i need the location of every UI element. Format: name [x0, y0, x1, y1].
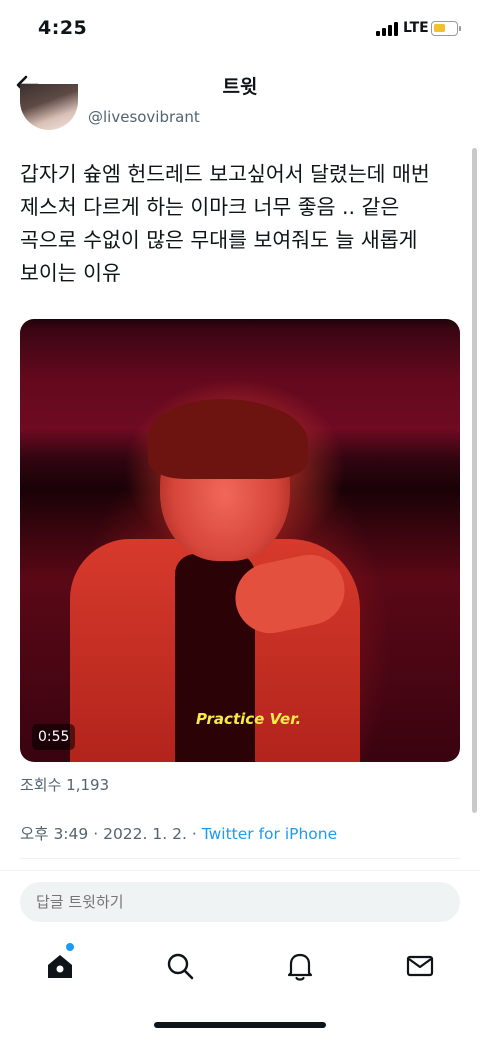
tweet-meta: 오후 3:49 · 2022. 1. 2. · Twitter for iPho…: [20, 822, 337, 844]
scrollbar[interactable]: [472, 148, 477, 813]
tab-search[interactable]: [160, 946, 200, 986]
tweet-text: 갑자기 슢엠 헌드레드 보고싶어서 달렸는데 매번 제스처 다르게 하는 이마크…: [20, 162, 430, 285]
tab-messages[interactable]: [400, 946, 440, 986]
tweet-video[interactable]: Practice Ver. 0:55: [20, 319, 460, 762]
status-time: 4:25: [38, 17, 88, 39]
author-handle[interactable]: @livesovibrant: [88, 108, 200, 126]
meta-separator: ·: [191, 825, 197, 843]
network-label: LTE: [403, 20, 429, 36]
tab-notifications[interactable]: [280, 946, 320, 986]
home-icon: [48, 955, 72, 978]
home-indicator: [154, 1022, 326, 1028]
meta-separator: ·: [93, 825, 99, 843]
tweet-date: 2022. 1. 2.: [103, 825, 187, 843]
status-bar: 4:25 LTE: [0, 0, 480, 60]
author-row: @livesovibrant: [0, 84, 480, 136]
divider: [20, 858, 460, 859]
video-caption: Practice Ver.: [196, 710, 302, 728]
divider: [0, 870, 480, 871]
video-frame-hair: [148, 399, 308, 479]
battery-cap: [459, 26, 461, 31]
tweet-time: 오후 3:49: [20, 825, 89, 843]
tweet-source-link[interactable]: Twitter for iPhone: [202, 825, 337, 843]
mail-icon: [406, 955, 434, 977]
bell-icon: [287, 953, 313, 981]
video-duration-badge: 0:55: [32, 724, 76, 750]
tab-home[interactable]: [40, 946, 80, 986]
signal-icon: [376, 22, 400, 36]
reply-input[interactable]: [20, 882, 460, 922]
new-content-dot: [66, 943, 74, 951]
battery-icon: [431, 21, 458, 36]
search-icon: [167, 953, 194, 980]
avatar[interactable]: [20, 84, 78, 130]
view-count: 조회수 1,193: [20, 776, 110, 794]
